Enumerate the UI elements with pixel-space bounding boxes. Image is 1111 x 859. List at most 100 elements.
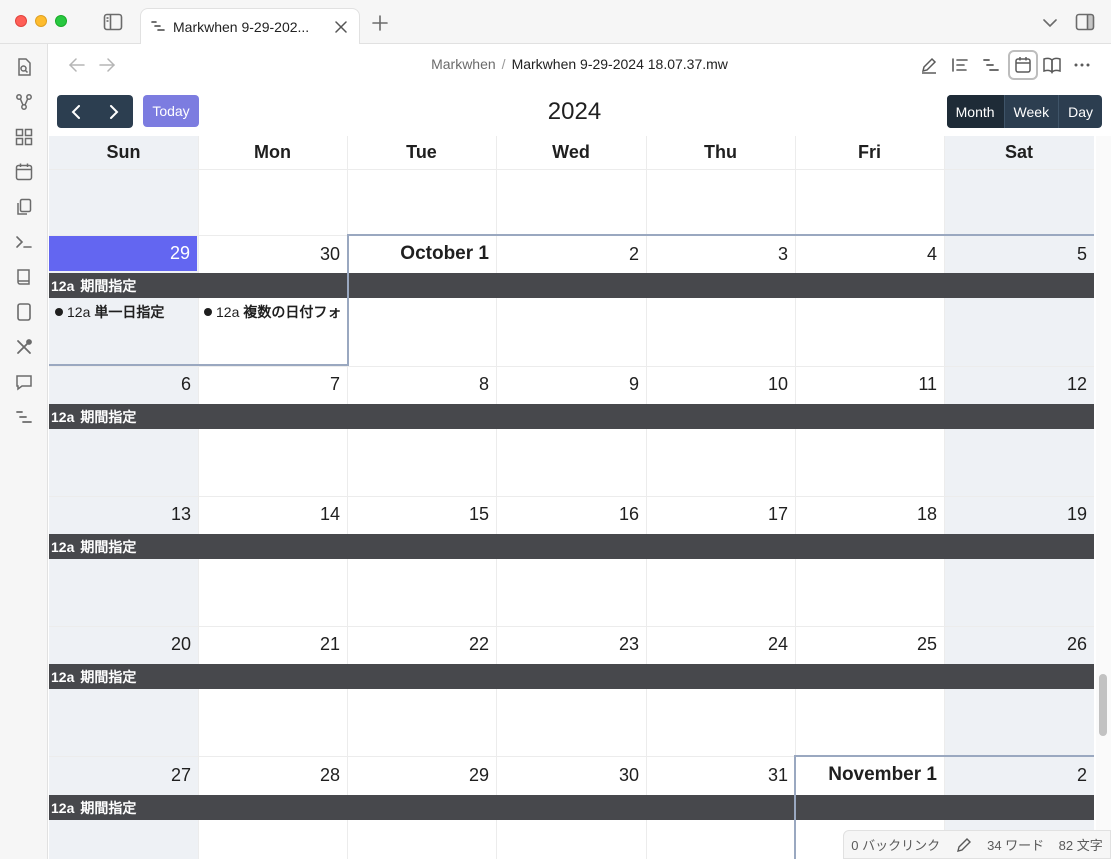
day-number[interactable]: 10 — [646, 366, 795, 402]
grid-icon[interactable] — [12, 125, 36, 149]
event-title: 単一日指定 — [94, 304, 165, 320]
day-number-month-start[interactable]: November 1 — [795, 757, 944, 793]
right-sidebar-toggle-icon[interactable] — [1072, 9, 1098, 35]
view-month-button[interactable]: Month — [946, 95, 1004, 128]
day-number[interactable]: 3 — [646, 236, 795, 272]
single-event[interactable]: 12a 複数の日付フォ — [204, 300, 346, 324]
day-number[interactable]: 24 — [646, 626, 795, 662]
day-number[interactable]: 30 — [198, 236, 347, 272]
weekday-header: Sun — [106, 142, 141, 162]
event-time: 12a — [216, 304, 240, 320]
close-window-button[interactable] — [15, 15, 27, 27]
event-time: 12a — [51, 799, 75, 816]
day-number[interactable]: 13 — [49, 496, 198, 532]
day-number[interactable]: 28 — [198, 757, 347, 793]
day-number[interactable]: 25 — [795, 626, 944, 662]
day-number[interactable]: 6 — [49, 366, 198, 402]
timeline-view-icon[interactable] — [978, 52, 1004, 78]
more-options-icon[interactable] — [1069, 52, 1095, 78]
day-number[interactable]: 4 — [795, 236, 944, 272]
edit-pencil-icon[interactable] — [916, 52, 942, 78]
event-title: 期間指定 — [80, 668, 137, 685]
day-number[interactable]: 20 — [49, 626, 198, 662]
event-time: 12a — [51, 277, 75, 294]
tablet-icon[interactable] — [12, 300, 36, 324]
tools-icon[interactable] — [12, 335, 36, 359]
calendar-icon[interactable] — [12, 160, 36, 184]
day-number[interactable]: 22 — [347, 626, 496, 662]
day-number[interactable]: 2 — [496, 236, 646, 272]
reading-view-icon[interactable] — [1039, 52, 1065, 78]
window-titlebar: Markwhen 9-29-202... — [0, 0, 1111, 44]
day-number[interactable]: 26 — [944, 626, 1094, 662]
outline-view-icon[interactable] — [947, 52, 973, 78]
day-number[interactable]: 19 — [944, 496, 1094, 532]
graph-icon[interactable] — [12, 90, 36, 114]
left-ribbon — [0, 44, 48, 859]
weekday-header: Tue — [406, 142, 437, 162]
day-number[interactable]: 15 — [347, 496, 496, 532]
day-number-month-start[interactable]: October 1 — [347, 236, 496, 272]
comment-icon[interactable] — [12, 370, 36, 394]
word-count: 34 ワード — [987, 838, 1045, 853]
book-icon[interactable] — [12, 265, 36, 289]
span-event-bar[interactable]: 12a 期間指定 — [49, 795, 1094, 820]
day-number[interactable]: 31 — [646, 757, 795, 793]
event-title: 複数の日付フォ — [243, 304, 342, 320]
breadcrumb-file[interactable]: Markwhen 9-29-2024 18.07.37.mw — [512, 56, 728, 72]
char-count: 82 文字 — [1058, 838, 1103, 853]
tab-close-icon[interactable] — [333, 19, 349, 35]
event-title: 期間指定 — [80, 538, 137, 555]
calendar-view-icon[interactable] — [1008, 50, 1038, 80]
day-number[interactable]: 17 — [646, 496, 795, 532]
day-number[interactable]: 2 — [944, 757, 1094, 793]
day-number-today[interactable]: 29 — [49, 236, 197, 271]
day-number[interactable]: 5 — [944, 236, 1094, 272]
file-search-icon[interactable] — [12, 55, 36, 79]
maximize-window-button[interactable] — [55, 15, 67, 27]
terminal-icon[interactable] — [12, 230, 36, 254]
single-event[interactable]: 12a 単一日指定 — [55, 300, 195, 324]
day-number[interactable]: 27 — [49, 757, 198, 793]
breadcrumb-folder[interactable]: Markwhen — [431, 56, 496, 72]
calendar-title: 2024 — [547, 98, 602, 125]
sidebar-toggle-icon[interactable] — [100, 9, 126, 35]
timeline-icon — [151, 19, 165, 35]
day-number[interactable]: 7 — [198, 366, 347, 402]
weekday-header: Fri — [857, 142, 881, 162]
view-week-button[interactable]: Week — [1003, 95, 1059, 128]
view-day-button[interactable]: Day — [1058, 95, 1102, 128]
day-number[interactable]: 21 — [198, 626, 347, 662]
day-number[interactable]: 30 — [496, 757, 646, 793]
span-event-bar[interactable]: 12a 期間指定 — [49, 273, 1094, 298]
day-number[interactable]: 29 — [347, 757, 496, 793]
event-title: 期間指定 — [80, 277, 137, 294]
backlinks-count[interactable]: 0 バックリンク — [851, 835, 940, 854]
day-number[interactable]: 23 — [496, 626, 646, 662]
day-number[interactable]: 16 — [496, 496, 646, 532]
scrollbar-thumb[interactable] — [1099, 674, 1107, 736]
day-number[interactable]: 11 — [795, 366, 944, 402]
edit-mode-icon[interactable] — [955, 836, 973, 854]
span-event-bar[interactable]: 12a 期間指定 — [49, 404, 1094, 429]
event-time: 12a — [67, 304, 91, 320]
event-title: 期間指定 — [80, 408, 137, 425]
event-title: 期間指定 — [80, 799, 137, 816]
new-tab-icon[interactable] — [367, 10, 393, 36]
day-number[interactable]: 14 — [198, 496, 347, 532]
tab-active-file[interactable]: Markwhen 9-29-202... — [140, 8, 360, 44]
weekday-header: Wed — [552, 142, 590, 162]
day-number[interactable]: 12 — [944, 366, 1094, 402]
chevron-down-icon[interactable] — [1037, 10, 1063, 36]
timeline-icon[interactable] — [12, 405, 36, 429]
span-event-bar[interactable]: 12a 期間指定 — [49, 664, 1094, 689]
breadcrumb-separator: / — [501, 56, 506, 72]
event-time: 12a — [51, 538, 75, 555]
minimize-window-button[interactable] — [35, 15, 47, 27]
day-number[interactable]: 9 — [496, 366, 646, 402]
copy-icon[interactable] — [12, 195, 36, 219]
span-event-bar[interactable]: 12a 期間指定 — [49, 534, 1094, 559]
scrollbar-track[interactable] — [1096, 136, 1111, 859]
day-number[interactable]: 18 — [795, 496, 944, 532]
day-number[interactable]: 8 — [347, 366, 496, 402]
